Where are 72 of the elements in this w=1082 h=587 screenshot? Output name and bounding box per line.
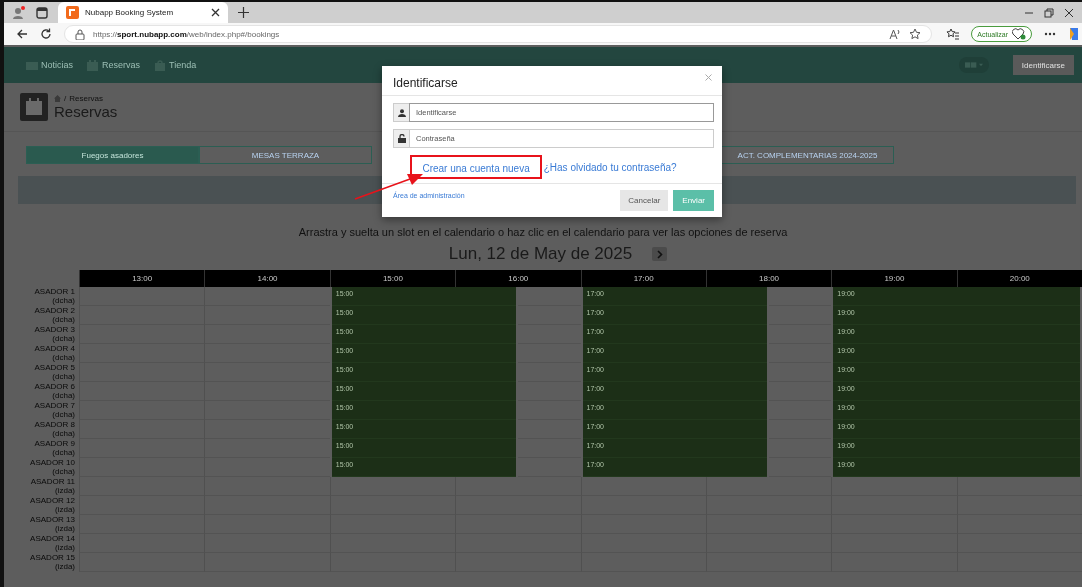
address-field[interactable]: https://sport.nubapp.com/web/index.php#/bookings (64, 25, 933, 43)
reload-icon[interactable] (40, 28, 52, 40)
nav-link[interactable]: Noticias (26, 59, 73, 71)
hour-header: 16:00 (455, 270, 581, 287)
row-label: ASADOR 4 (dcha) (33, 344, 76, 363)
nav-link[interactable]: Tienda (154, 59, 197, 71)
calendar-cell[interactable] (329, 477, 393, 496)
read-aloud-icon[interactable] (889, 28, 902, 40)
calendar-cell[interactable] (79, 287, 142, 306)
favorites-icon[interactable] (946, 28, 960, 40)
tab-actions-icon[interactable] (36, 6, 48, 19)
row-label: ASADOR 6 (dcha) (33, 382, 76, 401)
row-label: ASADOR 7 (dcha) (33, 401, 76, 420)
row-label: ASADOR 8 (dcha) (33, 420, 76, 439)
row-label: ASADOR 3 (dcha) (33, 325, 76, 344)
hour-header: 19:00 (831, 270, 957, 287)
category-tab[interactable]: MESAS TERRAZA (199, 146, 372, 164)
close-icon[interactable] (211, 8, 220, 17)
lock-icon (393, 129, 409, 148)
row-label: ASADOR 2 (dcha) (33, 306, 76, 325)
language-dropdown[interactable] (958, 57, 989, 73)
row-label: ASADOR 10 (dcha) (29, 458, 76, 477)
dialog-title: Identificarse (393, 76, 458, 90)
new-tab-icon[interactable] (238, 7, 249, 18)
create-account-link[interactable]: Crear una cuenta nueva (422, 163, 530, 174)
row-label: ASADOR 5 (dcha) (33, 363, 76, 382)
site-favicon (66, 6, 79, 19)
hour-header: 18:00 (705, 270, 832, 287)
calendar-cell[interactable] (455, 477, 518, 496)
back-arrow-icon[interactable] (16, 28, 28, 40)
calendar-cell[interactable] (956, 477, 1020, 496)
heart-icon (1012, 28, 1026, 40)
row-label: ASADOR 11 (izda) (29, 477, 76, 496)
forgot-password-link[interactable]: ¿Has olvidado tu contraseña? (543, 161, 677, 173)
breadcrumb: Reservas (69, 94, 104, 103)
row-label: ASADOR 1 (dcha) (33, 287, 76, 306)
star-icon[interactable] (909, 28, 922, 40)
page-title: Reservas (54, 103, 118, 120)
hour-header: 13:00 (79, 270, 205, 287)
breadcrumb-separator: / (64, 94, 67, 103)
login-button[interactable]: Identificarse (1012, 55, 1074, 75)
calendar-cell[interactable] (580, 477, 644, 496)
category-tab[interactable]: Fuegos asadores (26, 146, 199, 164)
home-icon[interactable] (54, 95, 61, 102)
row-label: ASADOR 15 (izda) (29, 553, 76, 572)
hour-header: 14:00 (204, 270, 330, 287)
flag-icon (964, 61, 977, 69)
more-icon[interactable] (1044, 32, 1056, 36)
lock-icon (75, 28, 85, 40)
browser-tab[interactable]: Nubapp Booking System (58, 2, 228, 23)
close-window-icon[interactable] (1064, 7, 1074, 18)
profile-icon[interactable] (12, 5, 26, 20)
calendar-cell[interactable] (831, 477, 894, 496)
assistant-icon[interactable] (1068, 27, 1078, 41)
instructions-text: Arrastra y suelta un slot en el calendario o haz clic en el calendario para ver las opciones de reserva (297, 226, 789, 238)
date-heading: Lun, 12 de May de 2025 (448, 244, 633, 264)
calendar-icon (20, 93, 48, 121)
cancel-button[interactable]: Cancelar (620, 190, 669, 211)
chevron-right-icon (656, 249, 663, 259)
restore-icon[interactable] (1044, 7, 1054, 18)
user-icon (393, 103, 409, 122)
nav-link[interactable]: Reservas (87, 59, 141, 71)
calendar-cell[interactable] (705, 477, 769, 496)
category-tab[interactable]: ACT. COMPLEMENTARIAS 2024-2025 (721, 146, 894, 164)
hour-header: 17:00 (580, 270, 706, 287)
calendar-cell[interactable] (204, 287, 268, 306)
hour-header: 20:00 (956, 270, 1082, 287)
row-label: ASADOR 13 (izda) (29, 515, 76, 534)
hour-header: 15:00 (329, 270, 456, 287)
row-label: ASADOR 12 (izda) (29, 496, 76, 515)
next-day-button[interactable] (652, 247, 668, 261)
row-label: ASADOR 14 (izda) (29, 534, 76, 553)
